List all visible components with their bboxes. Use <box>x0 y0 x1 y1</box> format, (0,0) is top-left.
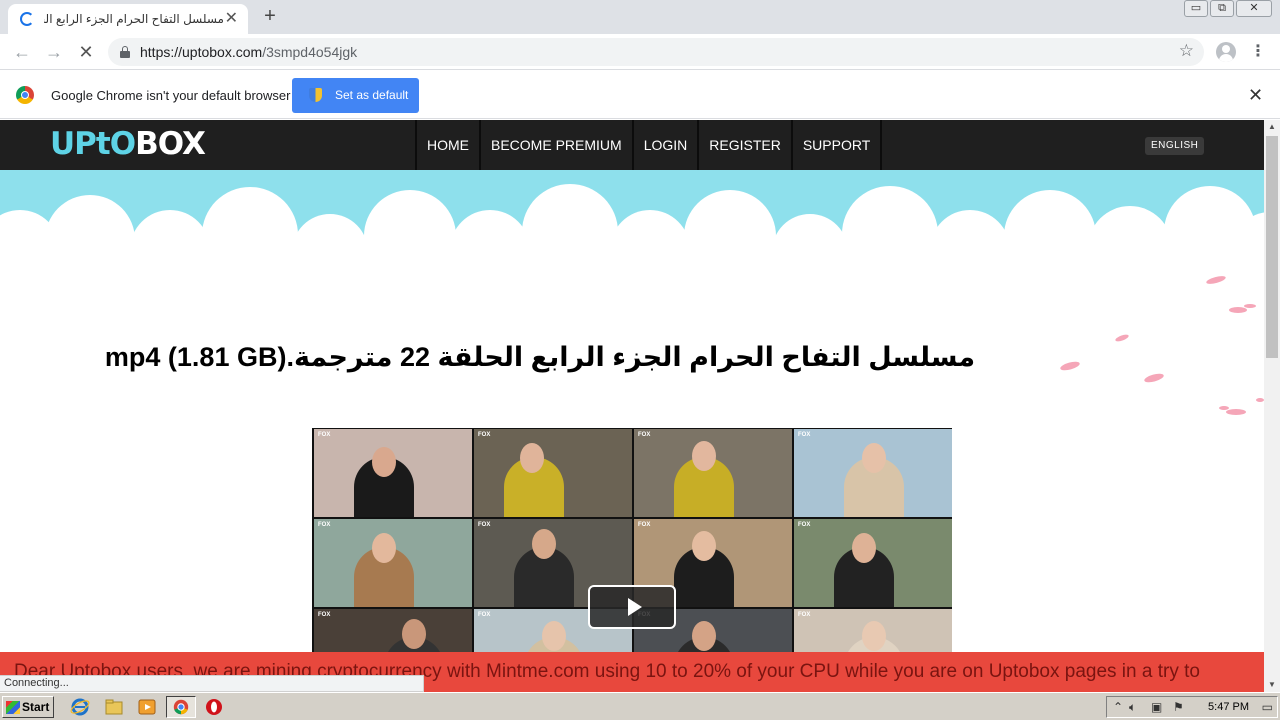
infobar-close-icon[interactable]: ✕ <box>1248 85 1263 106</box>
cloud-header-decoration <box>0 170 1264 260</box>
forward-button[interactable]: → <box>42 40 66 64</box>
stop-loading-button[interactable]: ✕ <box>74 40 98 64</box>
set-as-default-button[interactable]: Set as default <box>292 78 419 113</box>
play-icon <box>628 598 642 616</box>
tab-close-icon[interactable]: ✕ <box>225 8 238 28</box>
action-center-flag-icon[interactable]: ⚑ <box>1173 700 1184 714</box>
system-tray: ⌃ 🔈︎ ▣ ⚑ 5:47 PM ▭ <box>1106 696 1278 718</box>
web-page: UPtOBOX HOME BECOME PREMIUM LOGIN REGIST… <box>0 120 1264 692</box>
browser-toolbar: ← → ✕ https://uptobox.com/3smpd4o54jgk ☆… <box>0 34 1280 70</box>
nav-become-premium[interactable]: BECOME PREMIUM <box>479 120 632 170</box>
file-title: مسلسل التفاح الحرام الجزء الرابع الحلقة … <box>104 342 976 372</box>
page-scrollbar[interactable]: ▲ ▼ <box>1264 120 1280 692</box>
back-button[interactable]: ← <box>10 40 34 64</box>
status-bubble: Connecting... <box>0 675 424 692</box>
profile-avatar-icon[interactable] <box>1216 42 1236 62</box>
taskbar-clock[interactable]: 5:47 PM <box>1208 701 1249 713</box>
play-button[interactable] <box>588 585 676 629</box>
chrome-menu-icon[interactable]: ⋮ <box>1250 42 1266 62</box>
tray-expand-icon[interactable]: ⌃ <box>1113 700 1123 714</box>
internet-explorer-icon[interactable] <box>70 697 90 717</box>
infobar-message: Google Chrome isn't your default browser <box>51 88 291 103</box>
chrome-icon <box>173 699 189 715</box>
scrollbar-thumb[interactable] <box>1266 136 1278 358</box>
chrome-logo-icon <box>16 86 34 104</box>
windows-logo-icon <box>6 701 20 714</box>
language-selector[interactable]: ENGLISH <box>1145 137 1205 155</box>
uac-shield-icon <box>309 88 322 102</box>
close-window-button[interactable]: ✕ <box>1236 0 1272 17</box>
thumbnail: FOX <box>794 429 952 517</box>
loading-spinner-icon <box>20 12 34 26</box>
volume-icon[interactable]: 🔈︎ <box>1129 700 1136 715</box>
windows-taskbar: Start ⌃ 🔈︎ ▣ ⚑ 5:47 PM ▭ <box>0 692 1280 720</box>
chrome-taskbar-button[interactable] <box>166 696 196 718</box>
petal-decoration <box>1060 276 1264 415</box>
site-nav: HOME BECOME PREMIUM LOGIN REGISTER SUPPO… <box>415 120 883 170</box>
tab-title: مسلسل التفاح الحرام الجزء الرابع الحل <box>44 12 224 26</box>
thumbnail: FOX <box>314 519 472 607</box>
opera-icon[interactable] <box>204 697 224 717</box>
thumbnail: FOX <box>314 429 472 517</box>
browser-titlebar: مسلسل التفاح الحرام الجزء الرابع الحل ✕ … <box>0 0 1280 34</box>
nav-login[interactable]: LOGIN <box>631 120 698 170</box>
start-label: Start <box>22 700 50 714</box>
url-host: https://uptobox.com <box>140 44 263 60</box>
network-icon[interactable]: ▣ <box>1151 700 1162 714</box>
address-bar[interactable]: https://uptobox.com/3smpd4o54jgk ☆ <box>108 38 1204 66</box>
minimize-button[interactable]: ▭ <box>1184 0 1208 17</box>
show-desktop-icon[interactable]: ▭ <box>1262 700 1273 714</box>
lock-icon[interactable] <box>120 46 130 58</box>
nav-register[interactable]: REGISTER <box>697 120 791 170</box>
thumbnail: FOX <box>794 519 952 607</box>
thumbnail: FOX <box>634 429 792 517</box>
scroll-up-arrow-icon[interactable]: ▲ <box>1264 120 1280 134</box>
url-path: /3smpd4o54jgk <box>262 44 358 60</box>
bookmark-star-icon[interactable]: ☆ <box>1179 41 1194 61</box>
thumbnail: FOX <box>474 429 632 517</box>
uptobox-logo[interactable]: UPtOBOX <box>50 126 206 162</box>
maximize-button[interactable]: ⧉ <box>1210 0 1234 17</box>
start-button[interactable]: Start <box>2 696 54 718</box>
media-player-icon[interactable] <box>137 697 157 717</box>
file-explorer-icon[interactable] <box>104 697 124 717</box>
url-text[interactable]: https://uptobox.com/3smpd4o54jgk <box>140 44 357 60</box>
new-tab-button[interactable]: + <box>258 4 282 28</box>
nav-home[interactable]: HOME <box>415 120 479 170</box>
default-browser-infobar: Google Chrome isn't your default browser… <box>0 71 1280 119</box>
browser-tab[interactable]: مسلسل التفاح الحرام الجزء الرابع الحل ✕ <box>8 4 248 34</box>
scroll-down-arrow-icon[interactable]: ▼ <box>1264 678 1280 692</box>
set-as-default-label: Set as default <box>335 88 409 102</box>
site-header: UPtOBOX HOME BECOME PREMIUM LOGIN REGIST… <box>0 120 1264 170</box>
nav-support[interactable]: SUPPORT <box>790 120 883 170</box>
